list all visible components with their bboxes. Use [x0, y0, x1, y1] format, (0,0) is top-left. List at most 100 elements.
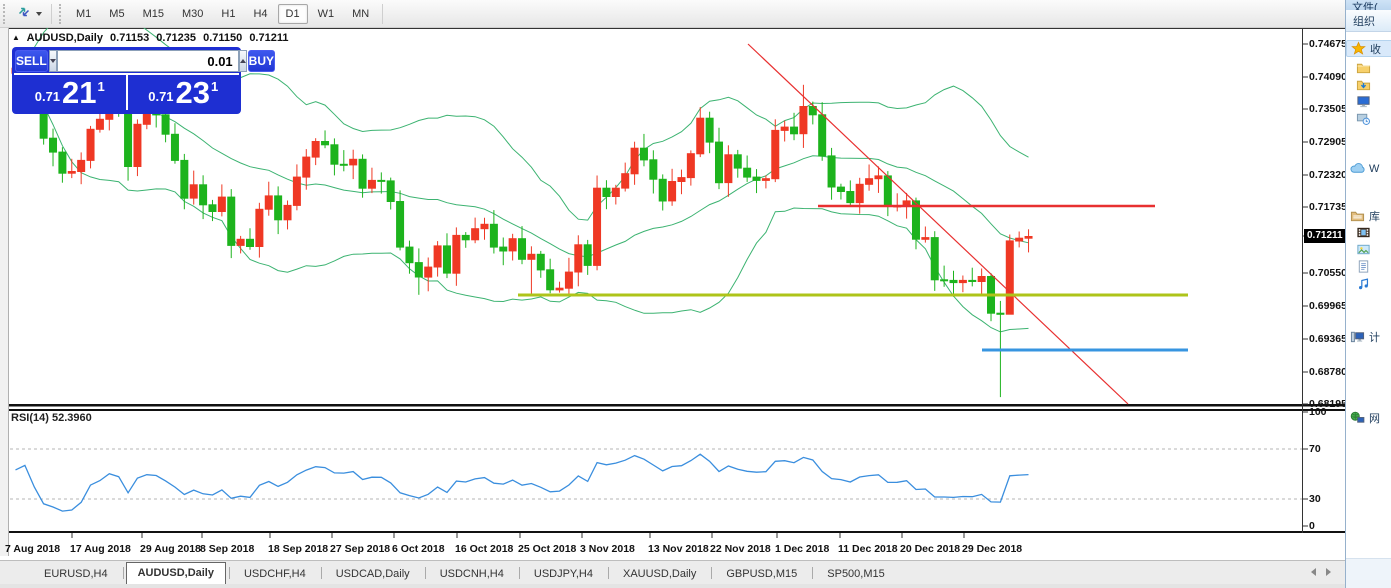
volume-decrease-button[interactable]: [49, 50, 57, 72]
explorer-item-cloud[interactable]: W: [1346, 160, 1391, 177]
price-axis-label: 0.72905: [1309, 136, 1347, 148]
tab-usdcad-daily[interactable]: USDCAD,Daily: [324, 564, 422, 584]
explorer-item-folder[interactable]: [1346, 59, 1391, 76]
date-axis-label: 7 Aug 2018: [5, 543, 60, 555]
buy-price-display[interactable]: 0.71 23 1: [128, 75, 240, 110]
screen: M1M5M15M30H1H4D1W1MN ▲ AUDUSD,Daily 0.71…: [0, 0, 1391, 588]
explorer-item-documents[interactable]: [1346, 258, 1391, 275]
tab-audusd-daily[interactable]: AUDUSD,Daily: [126, 562, 226, 584]
timeframe-h4[interactable]: H4: [245, 4, 275, 24]
cloud-icon: [1350, 161, 1365, 176]
tab-separator: [425, 567, 426, 579]
explorer-item-music[interactable]: [1346, 275, 1391, 292]
chart-tabs: EURUSD,H4 AUDUSD,Daily USDCHF,H4 USDCAD,Dai…: [32, 562, 898, 584]
explorer-item-label: W: [1369, 163, 1379, 175]
rsi-axis-label: 30: [1309, 493, 1321, 505]
tab-usdjpy-h4[interactable]: USDJPY,H4: [522, 564, 605, 584]
organize-button[interactable]: 组织: [1353, 13, 1375, 29]
volume-input[interactable]: [57, 50, 239, 72]
tab-separator: [812, 567, 813, 579]
explorer-item-folder-download[interactable]: [1346, 76, 1391, 93]
date-axis-label: 16 Oct 2018: [455, 543, 513, 555]
explorer-item-desktop[interactable]: [1346, 93, 1391, 110]
toolbar-grip[interactable]: [3, 4, 8, 24]
timeframe-mn[interactable]: MN: [344, 4, 377, 24]
timeframe-d1[interactable]: D1: [278, 4, 308, 24]
price-axis-label: 0.71735: [1309, 201, 1347, 213]
buy-price-prefix: 0.71: [148, 89, 173, 104]
computer-icon: [1350, 329, 1365, 344]
explorer-item-video[interactable]: [1346, 224, 1391, 241]
tab-sp500-m15[interactable]: SP500,M15: [815, 564, 896, 584]
folder-download-icon: [1356, 77, 1371, 92]
tab-xauusd-daily[interactable]: XAUUSD,Daily: [611, 564, 708, 584]
date-axis-label: 1 Dec 2018: [775, 543, 829, 555]
triangle-down-icon: [50, 59, 56, 63]
tab-separator: [711, 567, 712, 579]
explorer-menubar: 文件(: [1346, 0, 1391, 10]
music-icon: [1356, 276, 1371, 291]
timeframe-m15[interactable]: M15: [135, 4, 172, 24]
tab-usdcnh-h4[interactable]: USDCNH,H4: [428, 564, 516, 584]
mt4-window: M1M5M15M30H1H4D1W1MN ▲ AUDUSD,Daily 0.71…: [0, 0, 1345, 588]
tab-separator: [519, 567, 520, 579]
price-axis-label: 0.70550: [1309, 267, 1347, 279]
scroll-right-icon[interactable]: [1326, 568, 1331, 576]
explorer-item-label: 网: [1369, 410, 1380, 426]
timeframe-buttons: M1M5M15M30H1H4D1W1MN: [67, 4, 378, 24]
tab-usdchf-h4[interactable]: USDCHF,H4: [232, 564, 318, 584]
explorer-item-label: 计: [1369, 329, 1380, 345]
explorer-item-star[interactable]: 收: [1346, 40, 1391, 57]
file-menu[interactable]: 文件(: [1352, 2, 1378, 10]
ohlc-high: 0.71235: [156, 32, 196, 44]
timeframe-m30[interactable]: M30: [174, 4, 211, 24]
date-axis-label: 3 Nov 2018: [580, 543, 635, 555]
price-axis-label: 0.73505: [1309, 103, 1347, 115]
trade-arrows-button[interactable]: [11, 1, 47, 26]
date-axis-label: 27 Sep 2018: [330, 543, 390, 555]
timeframe-m5[interactable]: M5: [101, 4, 132, 24]
date-axis-label: 18 Sep 2018: [268, 543, 328, 555]
explorer-nav-pane: 收 W 库计网: [1346, 32, 1391, 426]
volume-increase-button[interactable]: [239, 50, 247, 72]
date-axis-label: 11 Dec 2018: [838, 543, 898, 555]
price-axis-label: 0.68780: [1309, 366, 1347, 378]
timeframe-h1[interactable]: H1: [213, 4, 243, 24]
window-bottom-edge: [0, 584, 1345, 588]
tab-gbpusd-m15[interactable]: GBPUSD,M15: [714, 564, 809, 584]
explorer-item-computer[interactable]: 计: [1346, 328, 1391, 345]
date-axis-label: 20 Dec 2018: [900, 543, 960, 555]
price-axis-label: 0.72320: [1309, 169, 1347, 181]
network-icon: [1350, 410, 1365, 425]
chart-symbol: AUDUSD,Daily: [27, 32, 103, 44]
date-axis-label: 13 Nov 2018: [648, 543, 709, 555]
timeframe-m1[interactable]: M1: [68, 4, 99, 24]
explorer-item-network[interactable]: 网: [1346, 409, 1391, 426]
date-axis-label: 29 Aug 2018: [140, 543, 201, 555]
collapse-triangle-icon[interactable]: ▲: [12, 33, 20, 42]
explorer-item-recent-places[interactable]: [1346, 110, 1391, 127]
current-price-tag: 0.71211: [1304, 229, 1345, 243]
explorer-item-library[interactable]: 库: [1346, 207, 1391, 224]
chart-title: ▲ AUDUSD,Daily 0.71153 0.71235 0.71150 0…: [12, 32, 292, 44]
pictures-icon: [1356, 242, 1371, 257]
explorer-item-pictures[interactable]: [1346, 241, 1391, 258]
one-click-trading-panel: SELL BUY 0.71 21 1 0.71 23 1: [12, 47, 241, 114]
sell-price-sup: 1: [98, 79, 105, 94]
buy-button[interactable]: BUY: [248, 50, 275, 72]
sell-button[interactable]: SELL: [15, 50, 48, 72]
scroll-left-icon[interactable]: [1311, 568, 1316, 576]
sell-price-display[interactable]: 0.71 21 1: [14, 75, 128, 110]
window-left-edge: [0, 28, 9, 556]
toolbar: M1M5M15M30H1H4D1W1MN: [0, 0, 1345, 28]
recent-places-icon: [1356, 111, 1371, 126]
tab-eurusd-h4[interactable]: EURUSD,H4: [32, 564, 120, 584]
folder-icon: [1356, 60, 1371, 75]
toolbar-grip-2[interactable]: [59, 4, 64, 24]
timeframe-w1[interactable]: W1: [310, 4, 343, 24]
video-icon: [1356, 225, 1371, 240]
explorer-item-label: 收: [1370, 41, 1381, 57]
toolbar-separator-2: [382, 4, 383, 24]
triangle-up-icon: [240, 59, 246, 63]
rsi-axis-label: 70: [1309, 443, 1321, 455]
